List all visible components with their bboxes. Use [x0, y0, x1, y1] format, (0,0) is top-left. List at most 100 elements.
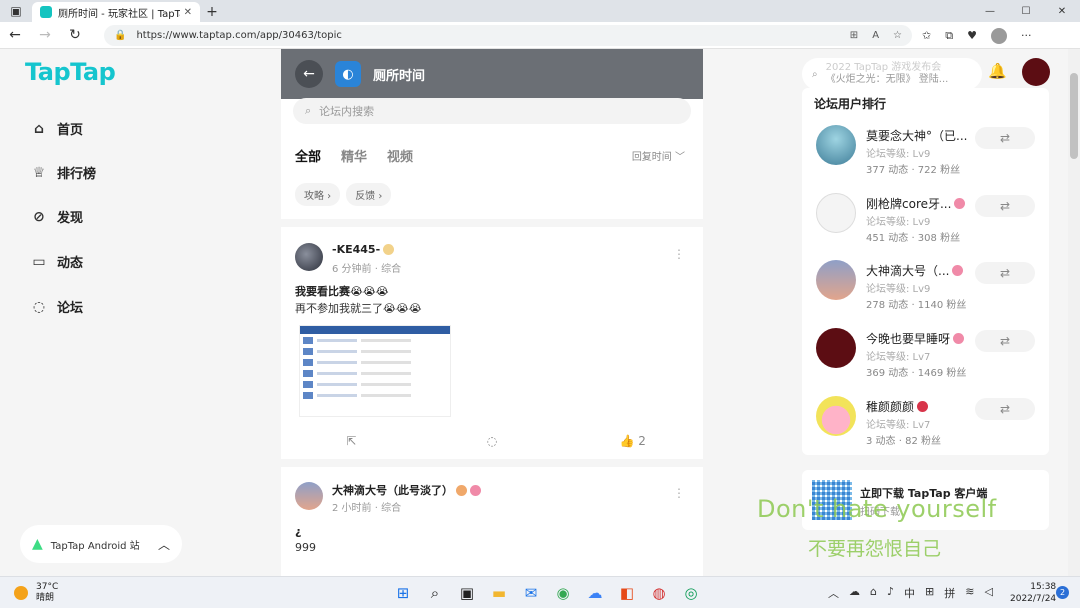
- pig-badge-icon: [917, 401, 929, 412]
- follow-button[interactable]: ⇄: [975, 262, 1035, 284]
- ranking-user-name[interactable]: 刚枪牌core牙...: [866, 195, 966, 212]
- post-body: 999: [295, 541, 316, 554]
- back-arrow-icon[interactable]: ←: [295, 60, 323, 88]
- ime-settings-icon[interactable]: ⊞: [925, 585, 934, 601]
- ranking-user[interactable]: 莫要念大神°（已... 论坛等级: Lv9 377 动态 · 722 粉丝 ⇄: [802, 125, 1049, 185]
- favorite-star-icon[interactable]: ☆: [893, 30, 902, 41]
- more-options-icon[interactable]: ⋮: [673, 486, 685, 500]
- apps-icon[interactable]: ⊞: [850, 30, 858, 41]
- cloud-app-icon[interactable]: ☁: [584, 582, 606, 604]
- office-icon[interactable]: ◧: [616, 582, 638, 604]
- forward-icon[interactable]: →: [30, 22, 60, 49]
- ranking-user[interactable]: 大神滴大号（... 论坛等级: Lv9 278 动态 · 1140 粉丝 ⇄: [802, 260, 1049, 320]
- post-title[interactable]: ¿: [295, 525, 301, 538]
- post-image[interactable]: [299, 325, 451, 417]
- post-card[interactable]: -KE445- 6 分钟前 · 综合 ⋮ 我要看比赛😭😭😭 再不参加我就三了😭😭…: [281, 227, 703, 457]
- ime-mode[interactable]: 拼: [944, 585, 955, 601]
- tab-featured[interactable]: 精华: [341, 146, 367, 165]
- minimize-icon[interactable]: —: [972, 0, 1008, 22]
- bell-icon[interactable]: 🔔: [988, 62, 1007, 80]
- post-card[interactable]: 大神滴大号（此号淡了） 2 小时前 · 综合 ⋮ ¿ 999: [281, 467, 703, 576]
- new-tab-button[interactable]: +: [200, 2, 224, 22]
- speaker-icon[interactable]: ◁: [984, 585, 992, 601]
- android-site-button[interactable]: ▲ TapTap Android 站 ︿: [20, 525, 182, 563]
- notification-badge[interactable]: 2: [1056, 586, 1069, 599]
- post-author-name[interactable]: -KE445-: [332, 243, 395, 256]
- sidebar-item-feed[interactable]: ▭ 动态: [30, 252, 83, 272]
- refresh-icon[interactable]: ↻: [60, 22, 90, 49]
- browser-tab[interactable]: 厕所时间 - 玩家社区 | TapTap 社区 ✕: [32, 2, 200, 22]
- post-author-avatar[interactable]: [295, 243, 323, 271]
- post-author-avatar[interactable]: [295, 482, 323, 510]
- close-window-icon[interactable]: ✕: [1044, 0, 1080, 22]
- more-options-icon[interactable]: ⋮: [673, 247, 685, 261]
- weather-widget[interactable]: 37°C 晴朗: [14, 582, 58, 604]
- ranking-user-name[interactable]: 稚颜颜颜: [866, 398, 929, 415]
- ranking-user[interactable]: 刚枪牌core牙... 论坛等级: Lv9 451 动态 · 308 粉丝 ⇄: [802, 193, 1049, 253]
- post-title[interactable]: 我要看比赛😭😭😭: [295, 283, 389, 299]
- sidebar-item-rankings[interactable]: ♕ 排行榜: [30, 163, 96, 183]
- more-menu-icon[interactable]: ···: [1021, 29, 1032, 42]
- follow-button[interactable]: ⇄: [975, 127, 1035, 149]
- sort-dropdown[interactable]: 回复时间 ﹀: [632, 148, 685, 163]
- browser-tab-title: 厕所时间 - 玩家社区 | TapTap 社区: [58, 8, 180, 20]
- wifi-icon[interactable]: ≋: [965, 585, 974, 601]
- ranking-user-avatar[interactable]: [816, 328, 856, 368]
- search-icon[interactable]: ⌕: [424, 582, 446, 604]
- ranking-user[interactable]: 今晚也要早睡呀 论坛等级: Lv7 369 动态 · 1469 粉丝 ⇄: [802, 328, 1049, 388]
- cloud-icon[interactable]: ☁: [849, 585, 860, 601]
- ranking-user-name[interactable]: 莫要念大神°（已...: [866, 127, 967, 144]
- follow-button[interactable]: ⇄: [975, 398, 1035, 420]
- comment-icon[interactable]: ◌: [422, 434, 563, 454]
- maximize-icon[interactable]: ☐: [1008, 0, 1044, 22]
- scrollbar-thumb[interactable]: [1070, 73, 1078, 159]
- ranking-user-avatar[interactable]: [816, 396, 856, 436]
- chevron-up-icon[interactable]: ︿: [158, 536, 170, 553]
- chip-feedback[interactable]: 反馈 ›: [346, 183, 392, 206]
- like-button[interactable]: 👍 2: [562, 434, 703, 454]
- tab-actions-icon[interactable]: ▣: [0, 0, 32, 22]
- mail-icon[interactable]: ✉: [520, 582, 542, 604]
- tab-video[interactable]: 视频: [387, 146, 413, 165]
- taptap-logo[interactable]: TapTap: [25, 58, 116, 86]
- sidebar-item-discover[interactable]: ⊘ 发现: [30, 207, 83, 227]
- profile-avatar[interactable]: [990, 27, 1007, 44]
- ranking-user-name[interactable]: 大神滴大号（...: [866, 262, 964, 279]
- chrome-icon[interactable]: ◉: [552, 582, 574, 604]
- collections-icon[interactable]: ⧉: [945, 29, 953, 43]
- sidebar-item-forum[interactable]: ◌ 论坛: [30, 297, 83, 317]
- file-explorer-icon[interactable]: ▬: [488, 582, 510, 604]
- forum-search-input[interactable]: ⌕ 论坛内搜索: [293, 98, 691, 124]
- taskbar-clock[interactable]: 15:38 2022/7/24: [1010, 581, 1056, 605]
- search-suggestion-line: 《火炬之光：无限》 登陆...: [825, 74, 949, 85]
- ranking-user-avatar[interactable]: [816, 125, 856, 165]
- follow-button[interactable]: ⇄: [975, 195, 1035, 217]
- volume-icon[interactable]: ♪: [887, 585, 894, 601]
- ranking-user-avatar[interactable]: [816, 193, 856, 233]
- ranking-user-avatar[interactable]: [816, 260, 856, 300]
- sidebar-item-home[interactable]: ⌂ 首页: [30, 119, 83, 139]
- global-search-input[interactable]: ⌕ 2022 TapTap 游戏发布会 《火炬之光：无限》 登陆...: [802, 58, 982, 90]
- follow-button[interactable]: ⇄: [975, 330, 1035, 352]
- netease-music-icon[interactable]: ◍: [648, 582, 670, 604]
- heart-icon[interactable]: ♥: [967, 29, 977, 42]
- task-view-icon[interactable]: ▣: [456, 582, 478, 604]
- chip-guides[interactable]: 攻略 ›: [295, 183, 341, 206]
- address-bar[interactable]: 🔒 https://www.taptap.com/app/30463/topic…: [104, 25, 912, 46]
- ime-language[interactable]: 中: [904, 585, 915, 601]
- user-avatar[interactable]: [1022, 58, 1050, 86]
- favorites-icon[interactable]: ✩: [922, 29, 931, 42]
- post-author-name[interactable]: 大神滴大号（此号淡了）: [332, 482, 481, 498]
- network-icon[interactable]: ⌂: [870, 585, 877, 601]
- tab-all[interactable]: 全部: [295, 146, 321, 165]
- back-icon[interactable]: ←: [0, 22, 30, 49]
- edge-icon[interactable]: ◎: [680, 582, 702, 604]
- windows-start-icon[interactable]: ⊞: [392, 582, 414, 604]
- share-icon[interactable]: ⇱: [281, 434, 422, 454]
- close-tab-icon[interactable]: ✕: [184, 7, 192, 18]
- ranking-user[interactable]: 稚颜颜颜 论坛等级: Lv7 3 动态 · 82 粉丝 ⇄: [802, 396, 1049, 456]
- chevron-up-icon[interactable]: ︿: [828, 585, 839, 601]
- read-aloud-icon[interactable]: A: [872, 30, 879, 41]
- ranking-user-stats: 369 动态 · 1469 粉丝: [866, 368, 967, 379]
- ranking-user-name[interactable]: 今晚也要早睡呀: [866, 330, 965, 347]
